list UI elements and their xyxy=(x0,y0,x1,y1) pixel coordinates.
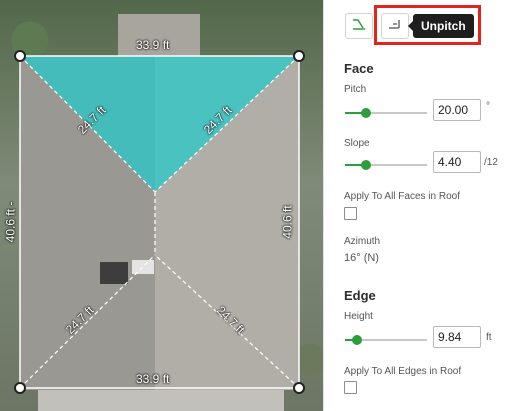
unpitch-button[interactable] xyxy=(381,13,409,39)
apply-all-edges-checkbox[interactable] xyxy=(344,381,357,394)
right-edge-length: 40.6 ft xyxy=(280,205,295,239)
left-edge-length: 40.6 ft - xyxy=(3,201,18,243)
apply-all-faces-label: Apply To All Faces in Roof xyxy=(344,191,460,202)
azimuth-label: Azimuth xyxy=(344,236,381,247)
slope-unit: /12 xyxy=(484,157,498,168)
pitch-slider-thumb[interactable] xyxy=(360,108,371,118)
unpitch-icon xyxy=(387,17,403,36)
height-unit: ft xyxy=(486,332,492,343)
corner-handle-bottom-left[interactable] xyxy=(14,382,26,394)
height-label: Height xyxy=(344,311,373,322)
slope-slider-thumb[interactable] xyxy=(360,160,371,170)
pitch-face-icon xyxy=(351,17,367,36)
pitch-face-button[interactable] xyxy=(345,13,373,39)
pitch-label: Pitch xyxy=(344,84,367,95)
corner-handle-top-left[interactable] xyxy=(14,50,26,62)
pitch-unit: ° xyxy=(486,101,490,112)
corner-handle-top-right[interactable] xyxy=(293,50,305,62)
roof-bottom-structure xyxy=(38,390,284,411)
slope-label: Slope xyxy=(344,138,370,149)
pitch-slider[interactable] xyxy=(345,108,427,118)
corner-handle-bottom-right[interactable] xyxy=(293,382,305,394)
roof-object-shadow xyxy=(100,262,128,284)
slope-slider[interactable] xyxy=(345,160,427,170)
azimuth-value: 16° (N) xyxy=(344,252,379,264)
roof-outline-svg xyxy=(19,14,300,411)
slope-input[interactable] xyxy=(433,151,481,173)
apply-all-faces-checkbox[interactable] xyxy=(344,207,357,220)
apply-all-edges-label: Apply To All Edges in Roof xyxy=(344,366,462,377)
face-section-title: Face xyxy=(344,61,374,76)
height-slider[interactable] xyxy=(345,335,427,345)
unpitch-tooltip: Unpitch xyxy=(408,14,474,38)
edge-section-title: Edge xyxy=(344,288,376,303)
roof-vent xyxy=(132,260,154,274)
pitch-input[interactable] xyxy=(433,99,481,121)
height-input[interactable] xyxy=(433,326,481,348)
bottom-edge-length: 33.9 ft xyxy=(136,372,170,386)
roof-map-canvas[interactable]: 33.9 ft 33.9 ft 40.6 ft - 40.6 ft 24.7 f… xyxy=(0,0,323,411)
top-edge-length: 33.9 ft xyxy=(136,38,170,52)
